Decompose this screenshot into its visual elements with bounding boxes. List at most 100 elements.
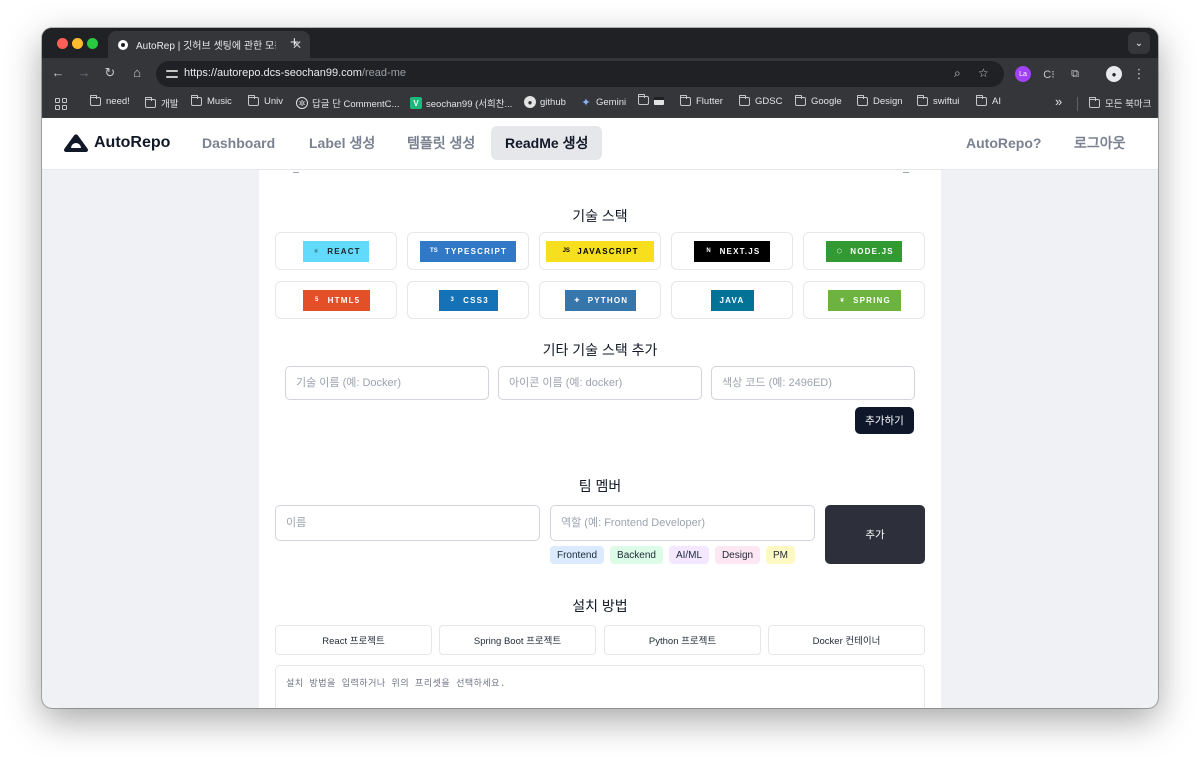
bookmark-ai[interactable]: AI	[976, 95, 1001, 107]
bookmark-need[interactable]: need!	[90, 95, 130, 107]
nav-label-create[interactable]: Label 생성	[295, 126, 389, 160]
role-chip-design[interactable]: Design	[715, 546, 760, 564]
bookmark-all[interactable]: 모든 북마크	[1089, 96, 1151, 110]
bookmark-univ[interactable]: Univ	[248, 95, 283, 107]
bookmark-gdsc[interactable]: GDSC	[739, 95, 782, 107]
role-chip-aiml[interactable]: AI/ML	[669, 546, 709, 564]
react-badge: ⚛ REACT	[303, 240, 369, 262]
bookmark-google[interactable]: Google	[795, 95, 842, 107]
tech-stack-spring[interactable]: ❦ SPRING	[803, 281, 925, 319]
bookmark-design[interactable]: Design	[857, 95, 903, 107]
nodejs-badge: ⬡ NODE.JS	[826, 240, 902, 262]
extension-c-icon[interactable]: C⁝	[1041, 66, 1057, 82]
scroll-edge-mark	[903, 172, 909, 173]
site-info-icon[interactable]	[166, 68, 178, 80]
tech-stack-nodejs[interactable]: ⬡ NODE.JS	[803, 232, 925, 270]
role-chip-frontend[interactable]: Frontend	[550, 546, 604, 564]
html5-icon: 5	[314, 297, 319, 303]
bookmark-star-icon[interactable]: ☆	[978, 66, 989, 80]
javascript-badge: JS JAVASCRIPT	[546, 240, 654, 262]
url-text: https://autorepo.dcs-seochan99.com/read-…	[184, 67, 406, 79]
address-bar[interactable]: https://autorepo.dcs-seochan99.com/read-…	[156, 61, 1004, 87]
nextjs-icon: N	[706, 248, 711, 254]
forward-arrow-icon[interactable]: →	[75, 65, 93, 80]
role-chip-backend[interactable]: Backend	[610, 546, 663, 564]
css3-badge: 3 CSS3	[438, 289, 498, 311]
preset-react-button[interactable]: React 프로젝트	[275, 625, 432, 655]
tab-strip: AutoRep | 깃허브 셋팅에 관한 모든 ✕ + ⌄	[42, 28, 1158, 58]
folder-icon	[857, 95, 868, 106]
preset-python-button[interactable]: Python 프로젝트	[604, 625, 761, 655]
nav-dashboard[interactable]: Dashboard	[188, 126, 289, 160]
nav-template-create[interactable]: 템플릿 생성	[393, 126, 489, 160]
maximize-window-button[interactable]	[87, 38, 98, 49]
close-window-button[interactable]	[57, 38, 68, 49]
preset-docker-button[interactable]: Docker 컨테이너	[768, 625, 925, 655]
member-role-input[interactable]	[550, 505, 815, 541]
site-header: AutoRepo Dashboard Label 생성 템플릿 생성 ReadM…	[42, 118, 1158, 170]
browser-menu-icon[interactable]: ⋮	[1133, 66, 1146, 82]
folder-icon	[739, 95, 750, 106]
bookmark-swiftui[interactable]: swiftui	[917, 95, 959, 107]
nav-readme-create[interactable]: ReadMe 생성	[491, 126, 603, 160]
extension-la-icon[interactable]: La	[1015, 66, 1031, 82]
tech-stack-html5[interactable]: 5 HTML5	[275, 281, 397, 319]
html5-badge: 5 HTML5	[302, 289, 370, 311]
openai-icon: ✲	[296, 97, 308, 109]
team-members-title: 팀 멤버	[578, 478, 622, 494]
preset-springboot-button[interactable]: Spring Boot 프로젝트	[439, 625, 596, 655]
extensions-puzzle-icon[interactable]: ⧉	[1067, 66, 1083, 82]
java-badge: JAVA	[710, 289, 754, 311]
tab-favicon-icon	[118, 39, 128, 50]
tech-stack-javascript[interactable]: JS JAVASCRIPT	[539, 232, 661, 270]
minimize-window-button[interactable]	[72, 38, 83, 49]
home-icon[interactable]: ⌂	[128, 65, 146, 80]
add-member-button[interactable]: 추가	[825, 505, 925, 564]
reload-icon[interactable]: ↻	[101, 65, 119, 81]
bookmarks-overflow-button[interactable]: »	[1055, 94, 1062, 109]
bookmark-commentc[interactable]: ✲ 답글 단 CommentC...	[296, 96, 399, 110]
tech-stack-java[interactable]: JAVA	[671, 281, 793, 319]
role-chip-pm[interactable]: PM	[766, 546, 795, 564]
nav-about-autorepo[interactable]: AutoRepo?	[952, 126, 1055, 160]
browser-toolbar: ← → ↻ ⌂ https://autorepo.dcs-seochan99.c…	[42, 58, 1158, 90]
new-tab-button[interactable]: +	[290, 34, 299, 51]
tech-stack-nextjs[interactable]: N NEXT.JS	[671, 232, 793, 270]
site-logo-text: AutoRepo	[94, 134, 171, 151]
browser-tab-active[interactable]: AutoRep | 깃허브 셋팅에 관한 모든 ✕	[108, 31, 310, 58]
folder-icon	[248, 95, 259, 106]
back-arrow-icon[interactable]: ←	[49, 65, 67, 80]
bookmark-seochan99[interactable]: Vseochan99 (서희찬...	[410, 96, 512, 110]
bookmark-dev[interactable]: 개발	[145, 96, 178, 110]
add-custom-tech-button[interactable]: 추가하기	[855, 407, 914, 434]
tab-search-button[interactable]: ⌄	[1128, 32, 1150, 54]
tab-title: AutoRep | 깃허브 셋팅에 관한 모든	[136, 41, 276, 52]
site-logo[interactable]: AutoRepo	[63, 132, 170, 154]
folder-icon	[680, 95, 691, 106]
tech-stack-python[interactable]: ✚ PYTHON	[539, 281, 661, 319]
nodejs-icon: ⬡	[836, 248, 842, 255]
install-steps-textarea[interactable]: 설치 방법을 입력하거나 위의 프리셋을 선택하세요.	[275, 665, 925, 708]
tech-stack-react[interactable]: ⚛ REACT	[275, 232, 397, 270]
bookmark-flutter[interactable]: Flutter	[680, 95, 723, 107]
bookmark-music[interactable]: Music	[191, 95, 232, 107]
member-name-input[interactable]	[275, 505, 540, 541]
tech-stack-typescript[interactable]: TS TYPESCRIPT	[407, 232, 529, 270]
bookmark-folder-flag[interactable]	[638, 94, 668, 105]
custom-tech-name-input[interactable]	[285, 366, 489, 400]
apps-grid-icon[interactable]	[55, 98, 67, 110]
custom-tech-color-input[interactable]	[711, 366, 915, 400]
css3-icon: 3	[450, 297, 454, 303]
custom-tech-icon-input[interactable]	[498, 366, 702, 400]
typescript-icon: TS	[430, 248, 438, 254]
zoom-icon[interactable]: ⌕	[954, 66, 961, 81]
bookmarks-separator	[1077, 97, 1078, 111]
browser-window: AutoRep | 깃허브 셋팅에 관한 모든 ✕ + ⌄ ← → ↻ ⌂ ht…	[42, 28, 1158, 708]
profile-avatar-icon[interactable]: ●	[1106, 66, 1122, 82]
install-title: 설치 방법	[572, 598, 628, 614]
bookmark-github[interactable]: ● github	[524, 96, 566, 108]
bookmark-gemini[interactable]: ✦ Gemini	[580, 96, 626, 109]
tech-stack-css3[interactable]: 3 CSS3	[407, 281, 529, 319]
nav-logout[interactable]: 로그아웃	[1060, 126, 1140, 160]
bookmarks-bar: need! 개발 Music Univ ✲ 답글 단 CommentC... Vs…	[42, 90, 1158, 118]
